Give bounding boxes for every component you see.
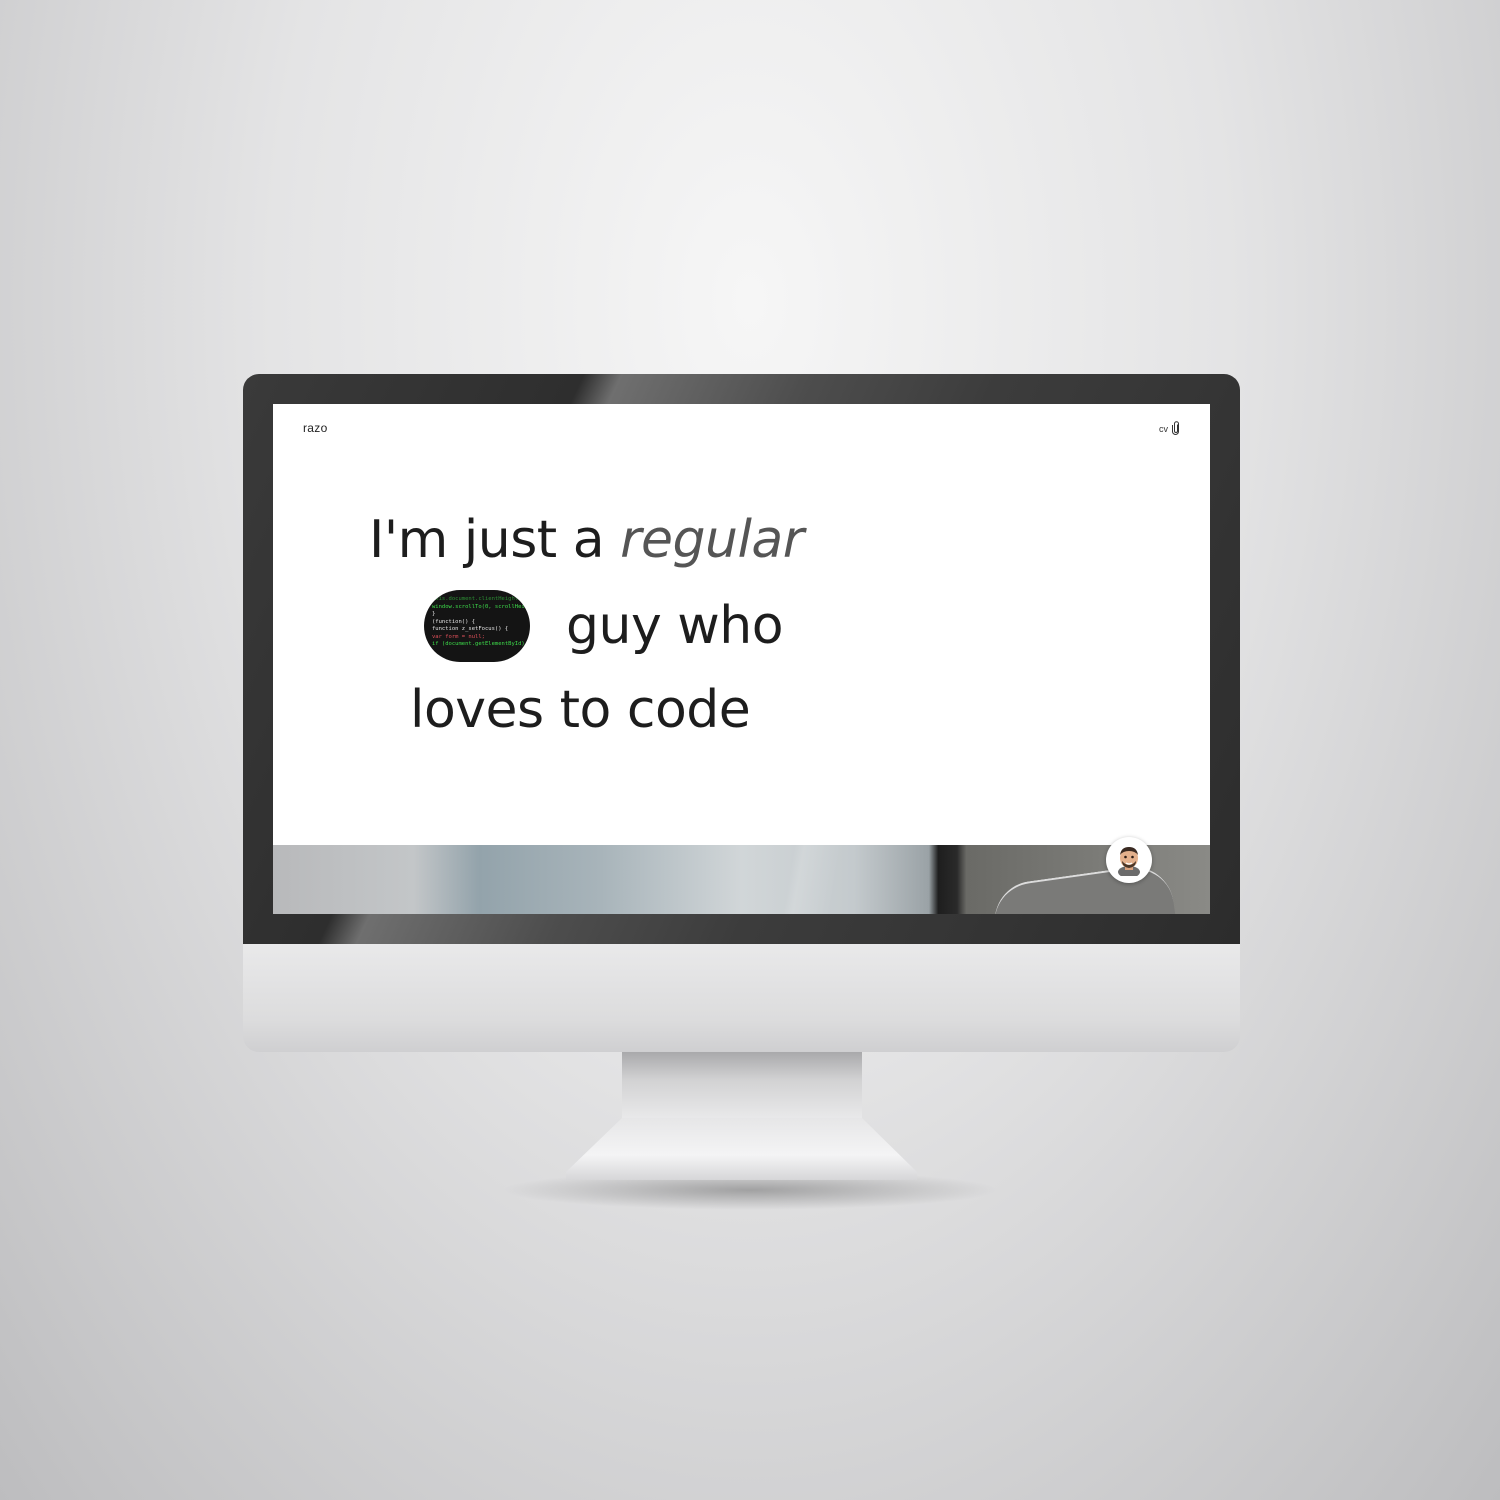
headline-text-1: I'm just a	[369, 510, 621, 570]
monitor-stand-foot	[566, 1118, 917, 1180]
headline-line-1: I'm just a regular	[369, 510, 804, 570]
code-image-pill: this.document.clientHeight = 0; window.s…	[424, 590, 530, 662]
memoji-avatar-icon[interactable]	[1106, 837, 1152, 883]
code-line: this.document.clientHeight = 0;	[432, 596, 530, 602]
monitor-stand-neck	[622, 1052, 862, 1122]
headline-italic-regular: regular	[620, 510, 804, 570]
code-line: (function() {	[432, 618, 476, 625]
code-line: if (document.getElementById) {	[432, 641, 530, 647]
website-screen: razo cv I'm just a regular this.document…	[273, 404, 1210, 914]
headline-line-2: guy who	[566, 596, 784, 656]
code-line: }	[432, 611, 436, 617]
monitor-chin	[243, 944, 1240, 1052]
code-line: window.scrollTo(0, scrollHeight);	[432, 603, 530, 610]
headline-line-3: loves to code	[410, 680, 751, 740]
code-line: function z_setFocus() {	[432, 626, 509, 632]
code-line: var form = null;	[432, 633, 485, 640]
hero-headline: I'm just a regular this.document.clientH…	[273, 404, 1210, 914]
